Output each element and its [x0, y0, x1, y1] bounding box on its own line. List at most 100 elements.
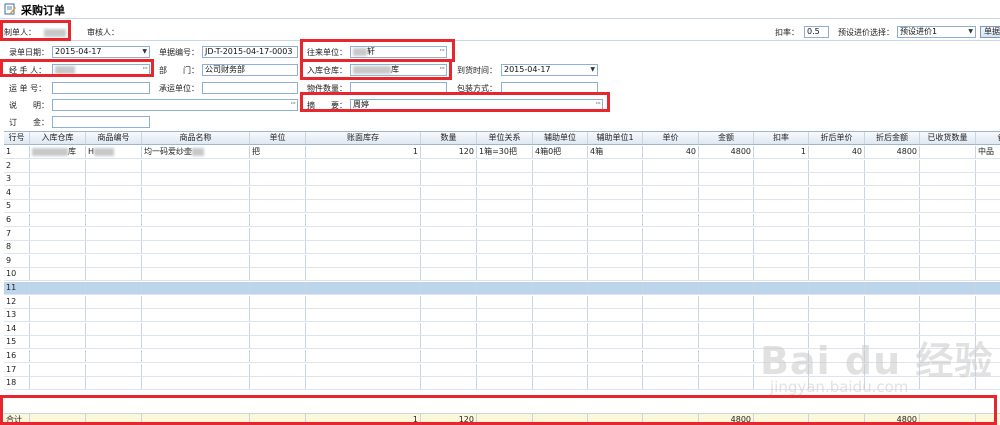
- table-cell[interactable]: [588, 159, 643, 172]
- column-header[interactable]: 商品编号: [86, 132, 142, 144]
- column-header[interactable]: 数量: [421, 132, 477, 144]
- table-cell[interactable]: [533, 282, 588, 294]
- table-cell[interactable]: [976, 282, 1000, 294]
- table-cell[interactable]: [306, 350, 421, 362]
- table-cell[interactable]: [588, 214, 643, 226]
- table-cell[interactable]: [142, 214, 250, 226]
- table-cell[interactable]: [533, 241, 588, 254]
- table-cell[interactable]: [86, 214, 142, 226]
- table-cell[interactable]: [643, 309, 699, 322]
- table-cell[interactable]: [86, 241, 142, 254]
- column-header[interactable]: 已收货数量: [920, 132, 976, 144]
- table-cell[interactable]: [865, 268, 920, 281]
- table-cell[interactable]: [250, 241, 306, 254]
- table-cell[interactable]: 把: [250, 146, 306, 158]
- arrival-date-picker[interactable]: 2015-04-17 ▼: [501, 64, 598, 76]
- column-header[interactable]: 辅助单位1: [588, 132, 643, 144]
- table-cell[interactable]: [421, 186, 477, 199]
- table-cell[interactable]: [865, 295, 920, 308]
- table-cell[interactable]: [533, 336, 588, 349]
- table-cell[interactable]: [86, 309, 142, 322]
- table-cell[interactable]: 40: [809, 146, 865, 158]
- table-cell[interactable]: [250, 350, 306, 362]
- table-cell[interactable]: [699, 309, 754, 322]
- table-cell[interactable]: [699, 159, 754, 172]
- column-header[interactable]: 行号: [4, 132, 30, 144]
- table-cell[interactable]: [421, 227, 477, 240]
- table-cell[interactable]: [30, 350, 86, 362]
- table-cell[interactable]: [306, 268, 421, 281]
- table-cell[interactable]: [250, 254, 306, 267]
- table-cell[interactable]: [250, 159, 306, 172]
- table-cell[interactable]: [920, 282, 976, 294]
- table-cell[interactable]: [699, 377, 754, 390]
- table-cell[interactable]: [643, 241, 699, 254]
- table-cell[interactable]: [809, 241, 865, 254]
- table-cell[interactable]: [643, 173, 699, 186]
- table-cell[interactable]: [533, 377, 588, 390]
- table-cell[interactable]: [920, 186, 976, 199]
- table-cell[interactable]: [588, 268, 643, 281]
- table-cell[interactable]: [920, 254, 976, 267]
- table-cell[interactable]: [306, 309, 421, 322]
- table-cell[interactable]: [86, 186, 142, 199]
- table-cell[interactable]: [588, 200, 643, 213]
- table-row[interactable]: 1 库 H 均一码爱纱壶把 1 120 1箱=30把 4箱0把 4箱 40 4800 1 40 4800 中…: [4, 146, 1000, 159]
- table-row[interactable]: 2: [4, 159, 1000, 173]
- table-cell[interactable]: [809, 186, 865, 199]
- table-cell[interactable]: [142, 268, 250, 281]
- table-cell[interactable]: [533, 322, 588, 335]
- table-cell[interactable]: [477, 254, 533, 267]
- table-cell[interactable]: [30, 159, 86, 172]
- table-cell[interactable]: [30, 363, 86, 376]
- table-cell[interactable]: [306, 159, 421, 172]
- column-header[interactable]: 单价: [643, 132, 699, 144]
- table-cell[interactable]: [142, 322, 250, 335]
- table-cell[interactable]: [477, 268, 533, 281]
- table-cell[interactable]: [142, 254, 250, 267]
- table-cell[interactable]: [477, 186, 533, 199]
- table-cell[interactable]: [533, 268, 588, 281]
- table-cell[interactable]: [643, 268, 699, 281]
- table-cell[interactable]: [588, 336, 643, 349]
- table-cell[interactable]: [477, 227, 533, 240]
- table-cell[interactable]: [588, 227, 643, 240]
- table-cell[interactable]: [976, 296, 1000, 308]
- table-cell[interactable]: 中品: [976, 146, 1000, 158]
- table-cell[interactable]: 1: [4, 146, 30, 158]
- table-cell[interactable]: [920, 214, 976, 226]
- table-cell[interactable]: [920, 173, 976, 186]
- table-cell[interactable]: [976, 228, 1000, 240]
- table-cell[interactable]: [30, 322, 86, 335]
- table-cell[interactable]: [920, 295, 976, 308]
- table-cell[interactable]: [477, 173, 533, 186]
- table-row[interactable]: 12: [4, 295, 1000, 309]
- table-cell[interactable]: [30, 336, 86, 349]
- table-cell[interactable]: [533, 363, 588, 376]
- table-cell[interactable]: [477, 309, 533, 322]
- table-row[interactable]: 11: [4, 282, 1000, 295]
- table-cell[interactable]: [142, 200, 250, 213]
- table-cell[interactable]: [306, 186, 421, 199]
- table-cell[interactable]: [699, 200, 754, 213]
- row-number-cell[interactable]: 6: [4, 214, 30, 226]
- table-cell[interactable]: [306, 254, 421, 267]
- table-cell[interactable]: [699, 336, 754, 349]
- table-cell[interactable]: [86, 227, 142, 240]
- table-cell[interactable]: [306, 241, 421, 254]
- table-cell[interactable]: [250, 363, 306, 376]
- table-cell[interactable]: [643, 200, 699, 213]
- table-cell[interactable]: [699, 214, 754, 226]
- column-header[interactable]: 单位: [250, 132, 306, 144]
- table-cell[interactable]: [30, 241, 86, 254]
- table-cell[interactable]: [865, 282, 920, 294]
- column-header[interactable]: 入库仓库: [30, 132, 86, 144]
- table-cell[interactable]: [142, 159, 250, 172]
- table-cell[interactable]: 1: [754, 146, 809, 158]
- table-cell[interactable]: [809, 227, 865, 240]
- table-cell[interactable]: [865, 214, 920, 226]
- table-cell[interactable]: [699, 322, 754, 335]
- table-cell[interactable]: [142, 309, 250, 322]
- table-cell[interactable]: [250, 214, 306, 226]
- table-cell[interactable]: [30, 309, 86, 322]
